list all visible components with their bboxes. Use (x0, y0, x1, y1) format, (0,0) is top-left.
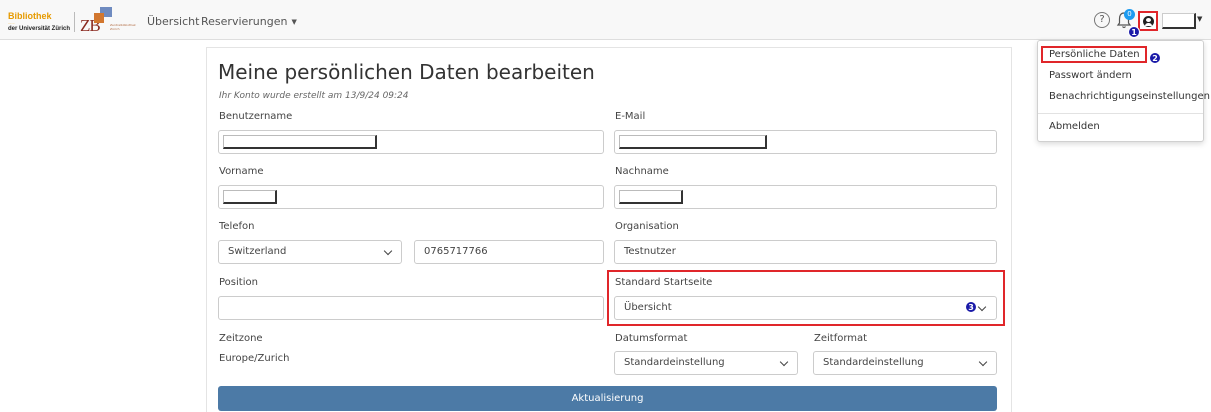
user-name-redacted[interactable] (1162, 13, 1196, 29)
phone-value: 0765717766 (424, 246, 488, 257)
user-dropdown-menu: Persönliche Daten Passwort ändern Benach… (1037, 40, 1210, 142)
firstname-label: Vorname (219, 166, 264, 177)
page-title: Meine persönlichen Daten bearbeiten (218, 60, 595, 84)
email-label: E-Mail (615, 111, 646, 122)
dateformat-label: Datumsformat (615, 333, 688, 344)
nav-reservations-label: Reservierungen (201, 15, 288, 28)
step-marker-2: 2 (1149, 52, 1161, 64)
organisation-label: Organisation (615, 221, 679, 232)
lastname-redaction (619, 190, 683, 204)
email-redaction (619, 135, 767, 149)
logo-divider (74, 12, 75, 32)
firstname-redaction (223, 190, 277, 204)
chevron-down-icon (779, 357, 789, 367)
user-caret-icon[interactable]: ▼ (1197, 15, 1202, 23)
phone-field[interactable]: 0765717766 (414, 240, 604, 264)
nav-overview[interactable]: Übersicht (147, 15, 199, 28)
update-button[interactable]: Aktualisierung (218, 386, 997, 411)
lastname-label: Nachname (615, 166, 669, 177)
logo-line-1: Bibliothek (8, 11, 52, 21)
menu-divider (1038, 113, 1203, 114)
step-marker-3: 3 (965, 301, 977, 313)
organisation-value: Testnutzer (624, 246, 676, 257)
chevron-down-icon (978, 357, 988, 367)
position-field[interactable] (218, 296, 604, 320)
firstname-field[interactable] (218, 185, 604, 209)
logo-line-3: der Universität Zürich (8, 26, 71, 32)
menu-item-personal-data[interactable]: Persönliche Daten (1049, 49, 1140, 60)
menu-item-notification-settings[interactable]: Benachrichtigungseinstellungen (1049, 91, 1210, 102)
notification-badge: 0 (1124, 9, 1135, 20)
organisation-field[interactable]: Testnutzer (614, 240, 997, 264)
zb-logo-block-orange (94, 13, 104, 23)
country-select[interactable]: Switzerland (218, 240, 402, 264)
timeformat-select[interactable]: Standardeinstellung (813, 351, 997, 375)
user-menu-button[interactable] (1138, 11, 1158, 31)
user-icon (1143, 16, 1154, 27)
timeformat-label: Zeitformat (814, 333, 868, 344)
dateformat-select[interactable]: Standardeinstellung (614, 351, 798, 375)
uzh-library-logo[interactable]: Bibliothek ...... der Universität Zürich (8, 11, 71, 33)
menu-item-change-password[interactable]: Passwort ändern (1049, 70, 1132, 81)
menu-item-logout[interactable]: Abmelden (1049, 121, 1100, 132)
timezone-value: Europe/Zurich (219, 353, 290, 364)
help-icon[interactable]: ? (1094, 12, 1110, 28)
zb-logo[interactable]: ZB Zentralbibliothek Zürich (80, 7, 140, 35)
dateformat-select-value: Standardeinstellung (624, 357, 725, 368)
timeformat-select-value: Standardeinstellung (823, 357, 924, 368)
top-navbar: Bibliothek ...... der Universität Zürich… (0, 0, 1211, 40)
email-field[interactable] (614, 130, 997, 154)
country-select-value: Switzerland (228, 246, 287, 257)
phone-label: Telefon (219, 221, 255, 232)
position-label: Position (219, 277, 258, 288)
timezone-label: Zeitzone (219, 333, 263, 344)
highlight-box-startpage (607, 270, 1005, 326)
account-created-note: Ihr Konto wurde erstellt am 13/9/24 09:2… (219, 91, 409, 101)
caret-down-icon: ▼ (291, 18, 297, 26)
username-field[interactable] (218, 130, 604, 154)
zb-logo-subtext: Zentralbibliothek Zürich (110, 23, 136, 31)
username-redaction (223, 135, 377, 149)
nav-reservations[interactable]: Reservierungen ▼ (201, 15, 297, 28)
lastname-field[interactable] (614, 185, 997, 209)
username-label: Benutzername (219, 111, 293, 122)
step-marker-1: 1 (1128, 26, 1140, 38)
chevron-down-icon (383, 246, 393, 256)
